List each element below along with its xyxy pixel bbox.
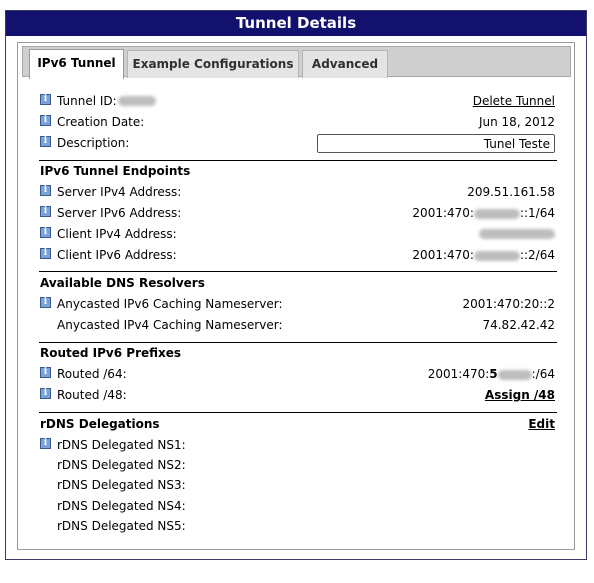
- tunnel-id-row: i Tunnel ID: Delete Tunnel: [40, 91, 555, 111]
- info-icon[interactable]: i: [40, 297, 51, 308]
- rdns-heading: rDNS Delegations Edit: [40, 414, 555, 434]
- tab-advanced[interactable]: Advanced: [302, 50, 388, 78]
- info-icon[interactable]: i: [40, 367, 51, 378]
- dns-ipv4-row: Anycasted IPv4 Caching Nameserver: 74.82…: [40, 315, 555, 335]
- rdns-ns5-label: rDNS Delegated NS5:: [57, 519, 186, 533]
- dns-ipv6-value: 2001:470:20::2: [462, 297, 555, 311]
- server-ipv6-label: Server IPv6 Address:: [57, 206, 182, 220]
- redacted-segment: [497, 369, 532, 380]
- description-label: Description:: [57, 136, 130, 150]
- rdns-ns4-label: rDNS Delegated NS4:: [57, 499, 186, 513]
- divider: [39, 412, 557, 413]
- client-ipv6-row: i Client IPv6 Address: 2001:470:::2/64: [40, 245, 555, 265]
- server-ipv6-value: 2001:470:::1/64: [412, 206, 555, 220]
- info-icon[interactable]: i: [40, 206, 51, 217]
- dns-ipv6-row: i Anycasted IPv6 Caching Nameserver: 200…: [40, 294, 555, 314]
- divider: [39, 271, 557, 272]
- tab-strip: IPv6 Tunnel Example Configurations Advan…: [22, 46, 571, 79]
- rdns-ns1-row: i rDNS Delegated NS1:: [40, 435, 555, 455]
- info-icon[interactable]: i: [40, 388, 51, 399]
- rdns-ns3-row: rDNS Delegated NS3:: [40, 475, 555, 495]
- client-ipv6-label: Client IPv6 Address:: [57, 248, 177, 262]
- routed-64-value: 2001:470:5:/64: [427, 367, 555, 381]
- rdns-ns5-row: rDNS Delegated NS5:: [40, 516, 555, 536]
- endpoints-heading: IPv6 Tunnel Endpoints: [40, 164, 191, 178]
- server-ipv4-row: i Server IPv4 Address: 209.51.161.58: [40, 182, 555, 202]
- description-input[interactable]: [317, 134, 555, 153]
- info-icon[interactable]: i: [40, 227, 51, 238]
- delete-tunnel-link[interactable]: Delete Tunnel: [473, 91, 555, 111]
- rdns-ns2-row: rDNS Delegated NS2:: [40, 455, 555, 475]
- server-ipv4-value: 209.51.161.58: [467, 185, 555, 199]
- redacted-segment: [473, 208, 520, 219]
- dns-ipv6-label: Anycasted IPv6 Caching Nameserver:: [57, 297, 283, 311]
- rdns-ns4-row: rDNS Delegated NS4:: [40, 496, 555, 516]
- info-icon[interactable]: i: [40, 136, 51, 147]
- client-ipv4-row: i Client IPv4 Address:: [40, 224, 555, 244]
- redacted-segment: [473, 250, 520, 261]
- dns-ipv4-label: Anycasted IPv4 Caching Nameserver:: [57, 318, 283, 332]
- dns-ipv4-value: 74.82.42.42: [482, 318, 555, 332]
- server-ipv6-row: i Server IPv6 Address: 2001:470:::1/64: [40, 203, 555, 223]
- info-icon[interactable]: i: [40, 94, 51, 105]
- rdns-ns1-label: rDNS Delegated NS1:: [57, 438, 186, 452]
- assign-48-link[interactable]: Assign /48: [485, 385, 555, 405]
- description-row: i Description:: [40, 133, 555, 153]
- tab-example-configurations[interactable]: Example Configurations: [127, 50, 299, 78]
- rdns-ns3-label: rDNS Delegated NS3:: [57, 478, 186, 492]
- server-ipv4-label: Server IPv4 Address:: [57, 185, 182, 199]
- redacted-client-ipv4: [479, 229, 555, 239]
- routed-heading: Routed IPv6 Prefixes: [40, 346, 182, 360]
- edit-rdns-link[interactable]: Edit: [528, 414, 555, 434]
- client-ipv4-label: Client IPv4 Address:: [57, 227, 177, 241]
- panel-title: Tunnel Details: [6, 11, 586, 36]
- client-ipv6-value: 2001:470:::2/64: [412, 248, 555, 262]
- info-icon[interactable]: i: [40, 438, 51, 449]
- routed-48-row: i Routed /48: Assign /48: [40, 385, 555, 405]
- routed-48-label: Routed /48:: [57, 388, 127, 402]
- tunnel-id-label: Tunnel ID:: [57, 94, 117, 108]
- info-icon[interactable]: i: [40, 248, 51, 259]
- creation-date-value: Jun 18, 2012: [478, 115, 555, 129]
- rdns-ns2-label: rDNS Delegated NS2:: [57, 458, 186, 472]
- redacted-tunnel-id: [118, 96, 156, 106]
- info-icon[interactable]: i: [40, 115, 51, 126]
- info-icon[interactable]: i: [40, 185, 51, 196]
- creation-date-label: Creation Date:: [57, 115, 145, 129]
- routed-64-row: i Routed /64: 2001:470:5:/64: [40, 364, 555, 384]
- routed-64-label: Routed /64:: [57, 367, 127, 381]
- tab-ipv6-tunnel[interactable]: IPv6 Tunnel: [29, 49, 124, 79]
- creation-date-row: i Creation Date: Jun 18, 2012: [40, 112, 555, 132]
- dns-heading: Available DNS Resolvers: [40, 276, 205, 290]
